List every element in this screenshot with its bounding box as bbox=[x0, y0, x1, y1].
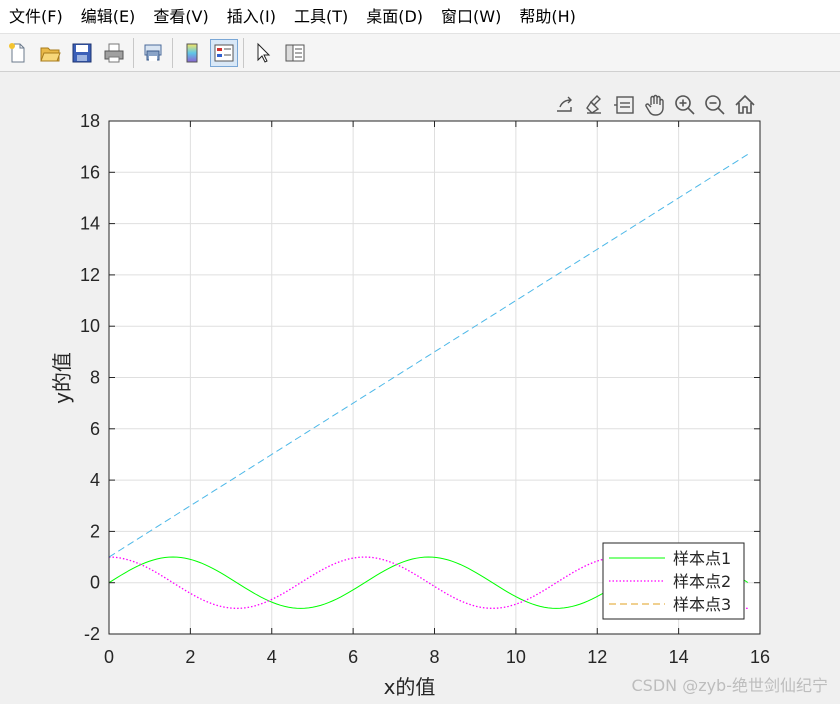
y-tick-label: 6 bbox=[90, 419, 100, 439]
x-tick-label: 8 bbox=[429, 647, 439, 667]
y-tick-label: 16 bbox=[80, 162, 100, 182]
y-tick-label: 4 bbox=[90, 470, 100, 490]
x-tick-label: 6 bbox=[348, 647, 358, 667]
y-tick-label: 14 bbox=[80, 214, 100, 234]
x-tick-label: 12 bbox=[587, 647, 607, 667]
y-tick-label: 18 bbox=[80, 111, 100, 131]
legend-label-3: 样本点3 bbox=[673, 595, 731, 614]
y-tick-label: 2 bbox=[90, 521, 100, 541]
legend-label-1: 样本点1 bbox=[673, 549, 731, 568]
x-tick-label: 2 bbox=[185, 647, 195, 667]
line-chart: 0 2 4 6 8 10 12 14 16-2024681012141618x的值y的值样本点1… bbox=[50, 111, 770, 699]
x-tick-label: 0 bbox=[104, 647, 114, 667]
x-tick-label: 16 bbox=[750, 647, 770, 667]
watermark: CSDN @zyb-绝世剑仙纪宁 bbox=[631, 676, 828, 695]
x-axis-label: x的值 bbox=[384, 675, 436, 699]
x-tick-label: 10 bbox=[506, 647, 526, 667]
y-tick-label: 8 bbox=[90, 368, 100, 388]
legend-label-2: 样本点2 bbox=[673, 572, 731, 591]
y-tick-label: -2 bbox=[84, 624, 100, 644]
y-tick-label: 0 bbox=[90, 573, 100, 593]
x-tick-label: 14 bbox=[669, 647, 689, 667]
y-tick-label: 10 bbox=[80, 316, 100, 336]
y-tick-label: 12 bbox=[80, 265, 100, 285]
x-tick-label: 4 bbox=[267, 647, 277, 667]
y-axis-label: y的值 bbox=[50, 352, 74, 404]
